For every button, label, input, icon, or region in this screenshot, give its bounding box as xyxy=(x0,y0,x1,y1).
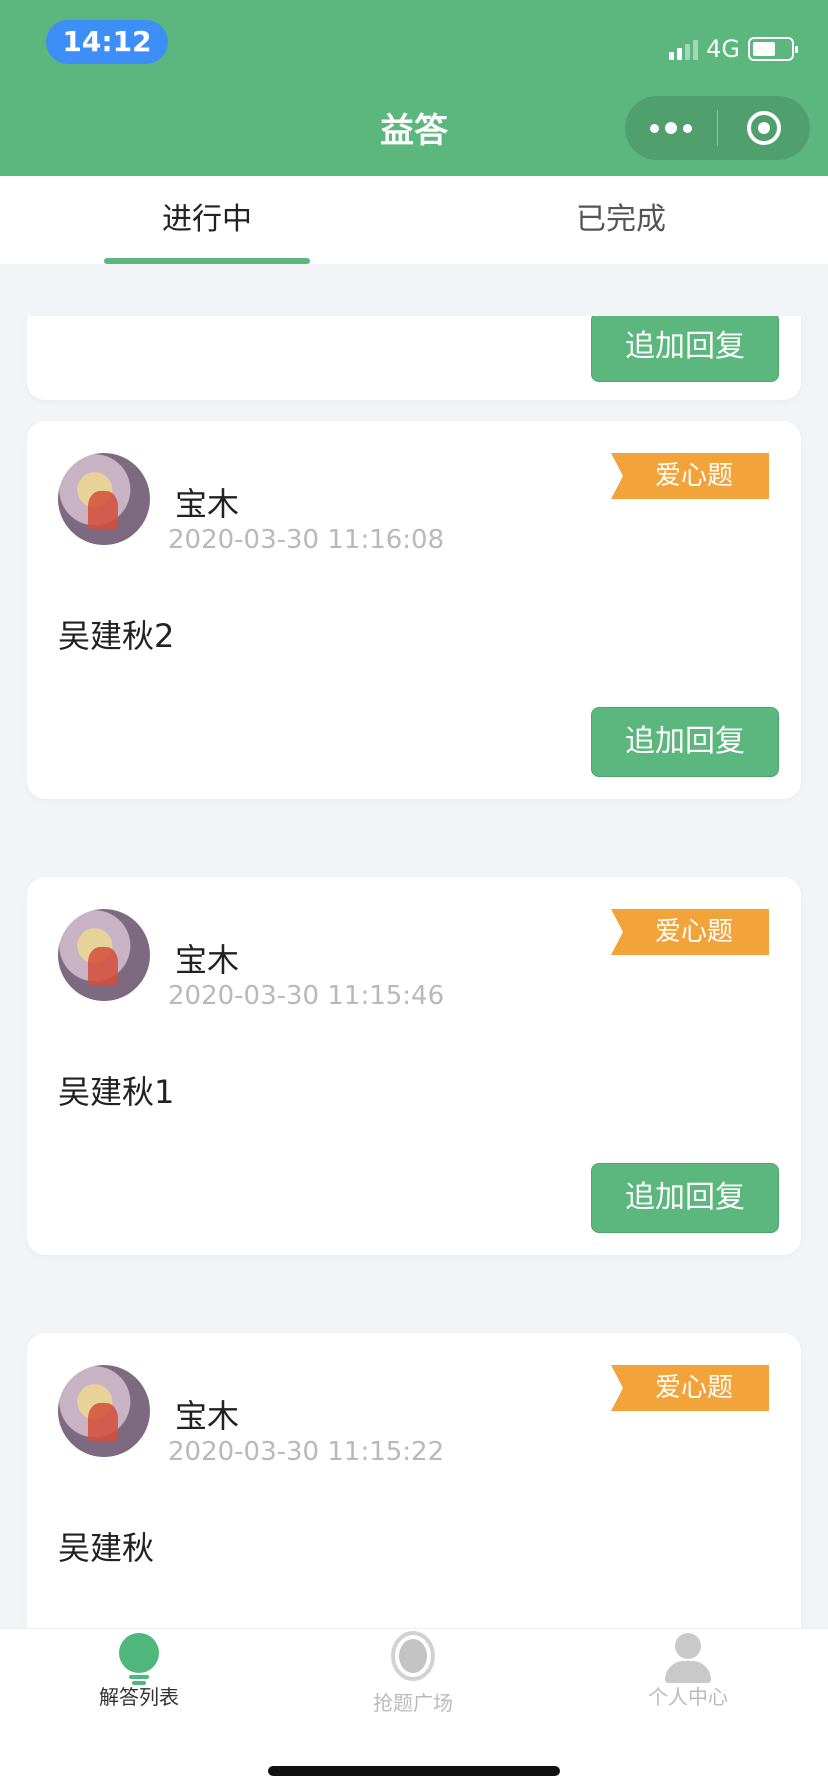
nav-label: 解答列表 xyxy=(99,1685,179,1709)
post-date: 2020-03-30 11:16:08 xyxy=(168,525,445,555)
nav-grab-square[interactable]: 抢题广场 xyxy=(333,1633,493,1716)
radar-icon xyxy=(390,1639,436,1685)
avatar xyxy=(58,1365,150,1457)
user-name: 宝木 xyxy=(175,485,240,523)
post-date: 2020-03-30 11:15:46 xyxy=(168,981,445,1011)
nav-personal-center[interactable]: 个人中心 xyxy=(608,1633,768,1710)
tab-completed[interactable]: 已完成 xyxy=(414,176,828,264)
tab-in-progress[interactable]: 进行中 xyxy=(0,176,414,264)
tab-bar: 进行中 已完成 xyxy=(0,176,828,264)
append-reply-button[interactable]: 追加回复 xyxy=(591,316,779,382)
network-type: 4G xyxy=(706,35,740,63)
question-type-badge: 爱心题 xyxy=(611,1365,769,1411)
close-icon[interactable] xyxy=(718,111,810,145)
list-item[interactable]: 宝木 2020-03-30 11:16:08 爱心题 吴建秋2 追加回复 xyxy=(27,421,801,799)
question-content: 吴建秋 xyxy=(58,1529,155,1567)
question-content: 吴建秋2 xyxy=(58,617,175,655)
signal-icon xyxy=(669,38,699,60)
answer-list[interactable]: 追加回复 宝木 2020-03-30 11:16:08 爱心题 吴建秋2 追加回… xyxy=(0,316,828,1628)
user-name: 宝木 xyxy=(175,941,240,979)
person-icon xyxy=(665,1633,711,1683)
nav-answer-list[interactable]: 解答列表 xyxy=(59,1633,219,1710)
home-indicator[interactable] xyxy=(268,1766,560,1776)
header-bar: 14:12 4G 益答 xyxy=(0,0,828,176)
status-indicators: 4G xyxy=(669,34,798,64)
avatar xyxy=(58,453,150,545)
question-type-badge: 爱心题 xyxy=(611,909,769,955)
user-name: 宝木 xyxy=(175,1397,240,1435)
more-icon[interactable] xyxy=(625,122,717,134)
list-item[interactable]: 宝木 2020-03-30 11:15:46 爱心题 吴建秋1 追加回复 xyxy=(27,877,801,1255)
question-content: 吴建秋1 xyxy=(58,1073,175,1111)
list-item: 追加回复 xyxy=(27,316,801,400)
battery-icon xyxy=(748,37,798,61)
bulb-icon xyxy=(116,1633,162,1685)
status-time: 14:12 xyxy=(46,20,168,64)
mini-program-capsule xyxy=(625,96,810,160)
append-reply-button[interactable]: 追加回复 xyxy=(591,707,779,777)
post-date: 2020-03-30 11:15:22 xyxy=(168,1437,445,1467)
nav-label: 个人中心 xyxy=(648,1685,728,1709)
question-type-badge: 爱心题 xyxy=(611,453,769,499)
list-item[interactable]: 宝木 2020-03-30 11:15:22 爱心题 吴建秋 xyxy=(27,1333,801,1628)
nav-label: 抢题广场 xyxy=(373,1691,453,1715)
avatar xyxy=(58,909,150,1001)
append-reply-button[interactable]: 追加回复 xyxy=(591,1163,779,1233)
